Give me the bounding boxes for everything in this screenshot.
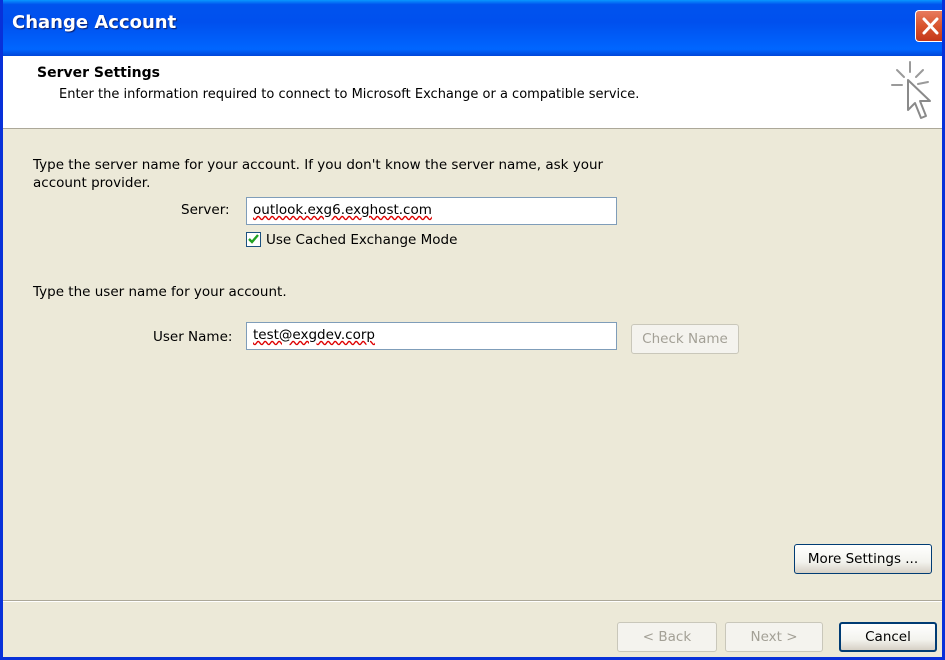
username-label: User Name: xyxy=(153,329,233,345)
header-panel: Server Settings Enter the information re… xyxy=(3,56,942,129)
user-instructions: Type the user name for your account. xyxy=(33,284,287,300)
next-button[interactable]: Next > xyxy=(725,622,823,652)
username-value: test@exgdev.corp xyxy=(253,327,375,343)
server-label: Server: xyxy=(181,202,230,218)
check-name-button[interactable]: Check Name xyxy=(631,324,739,354)
title-bar[interactable]: Change Account xyxy=(3,0,942,56)
server-instructions-line2: account provider. xyxy=(33,175,151,191)
footer-divider xyxy=(3,600,942,602)
header-title: Server Settings xyxy=(37,65,160,81)
change-account-dialog: Change Account Server Settings Enter the… xyxy=(0,0,945,660)
cached-mode-label[interactable]: Use Cached Exchange Mode xyxy=(266,232,457,248)
checkmark-icon xyxy=(248,234,259,244)
close-icon xyxy=(922,17,939,35)
server-input[interactable]: outlook.exg6.exghost.com xyxy=(246,197,617,225)
server-instructions-line1: Type the server name for your account. I… xyxy=(33,157,604,173)
window-title: Change Account xyxy=(12,12,177,33)
username-input[interactable]: test@exgdev.corp xyxy=(246,322,617,350)
more-settings-button[interactable]: More Settings ... xyxy=(794,544,932,574)
back-button[interactable]: < Back xyxy=(617,622,717,652)
header-subtitle: Enter the information required to connec… xyxy=(59,87,640,102)
server-value: outlook.exg6.exghost.com xyxy=(253,202,432,218)
close-button[interactable] xyxy=(915,10,942,42)
wizard-cursor-icon xyxy=(891,61,931,119)
cached-mode-checkbox[interactable] xyxy=(246,232,261,247)
cancel-button[interactable]: Cancel xyxy=(839,622,937,652)
